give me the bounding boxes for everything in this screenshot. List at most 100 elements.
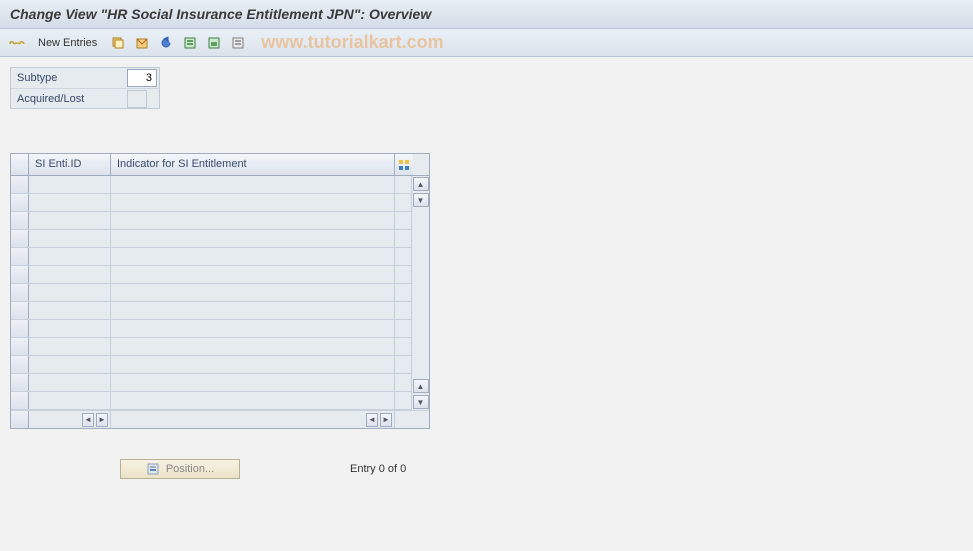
cell[interactable] [111, 356, 395, 373]
undo-icon[interactable] [157, 34, 175, 52]
hs-corner-left [11, 411, 29, 428]
cell[interactable] [111, 338, 395, 355]
table-body: ▲ ▼ ▲ ▼ [11, 176, 429, 410]
cell[interactable] [29, 230, 111, 247]
cell[interactable] [111, 320, 395, 337]
table-row [11, 302, 411, 320]
scroll-right-icon[interactable]: ► [380, 413, 392, 427]
row-selector[interactable] [11, 266, 29, 283]
select-block-icon[interactable] [205, 34, 223, 52]
scroll-left-icon[interactable]: ◄ [82, 413, 94, 427]
table-rows [11, 176, 411, 410]
scroll-up-step-icon[interactable]: ▲ [413, 379, 429, 393]
table-row [11, 194, 411, 212]
scroll-down-icon[interactable]: ▼ [413, 395, 429, 409]
acquired-lost-label: Acquired/Lost [11, 91, 127, 107]
scroll-right-step-icon[interactable]: ► [96, 413, 108, 427]
copy-icon[interactable] [109, 34, 127, 52]
table-row [11, 392, 411, 410]
table-row [11, 338, 411, 356]
field-row-acquired-lost: Acquired/Lost [11, 88, 159, 108]
table-header: SI Enti.ID Indicator for SI Entitlement [11, 154, 429, 176]
scroll-left-step-icon[interactable]: ◄ [366, 413, 378, 427]
row-selector[interactable] [11, 302, 29, 319]
hs-pad: ◄ ► [29, 411, 111, 428]
title-bar: Change View "HR Social Insurance Entitle… [0, 0, 973, 29]
table-row [11, 176, 411, 194]
table-row [11, 266, 411, 284]
table-config-icon[interactable] [395, 154, 413, 175]
row-selector[interactable] [11, 392, 29, 409]
row-selector[interactable] [11, 176, 29, 193]
position-icon [146, 462, 160, 476]
cell[interactable] [29, 392, 111, 409]
cell[interactable] [111, 212, 395, 229]
subtype-label: Subtype [11, 70, 127, 86]
column-header-si-enti-id[interactable]: SI Enti.ID [29, 154, 111, 175]
cell[interactable] [111, 176, 395, 193]
cell[interactable] [111, 374, 395, 391]
cell[interactable] [111, 248, 395, 265]
cell[interactable] [29, 374, 111, 391]
row-selector[interactable] [11, 374, 29, 391]
cell[interactable] [29, 212, 111, 229]
vertical-scrollbar: ▲ ▼ ▲ ▼ [411, 176, 429, 410]
data-table: SI Enti.ID Indicator for SI Entitlement [10, 153, 430, 429]
scroll-down-step-icon[interactable]: ▼ [413, 193, 429, 207]
select-all-icon[interactable] [181, 34, 199, 52]
row-selector[interactable] [11, 320, 29, 337]
hs-track[interactable]: ◄ ► [111, 411, 395, 428]
footer-row: Position... Entry 0 of 0 [10, 459, 963, 479]
cell[interactable] [29, 338, 111, 355]
cell[interactable] [29, 284, 111, 301]
hs-corner-right [395, 411, 413, 428]
acquired-lost-input[interactable] [127, 90, 147, 108]
row-selector[interactable] [11, 338, 29, 355]
entry-count-text: Entry 0 of 0 [350, 463, 406, 475]
toolbar: New Entries www.tutorialkart.com [0, 29, 973, 57]
select-all-rows[interactable] [11, 154, 29, 175]
row-selector[interactable] [11, 194, 29, 211]
cell[interactable] [111, 266, 395, 283]
table-row [11, 230, 411, 248]
position-button-label: Position... [166, 463, 214, 475]
cell[interactable] [29, 176, 111, 193]
table-row [11, 212, 411, 230]
table-row [11, 374, 411, 392]
deselect-all-icon[interactable] [229, 34, 247, 52]
row-selector[interactable] [11, 284, 29, 301]
horizontal-scrollbar: ◄ ► ◄ ► [11, 410, 429, 428]
table-row [11, 320, 411, 338]
scroll-up-icon[interactable]: ▲ [413, 177, 429, 191]
scroll-track[interactable] [412, 208, 429, 378]
table-row [11, 284, 411, 302]
cell[interactable] [29, 356, 111, 373]
row-selector[interactable] [11, 356, 29, 373]
page-title: Change View "HR Social Insurance Entitle… [10, 6, 431, 22]
cell[interactable] [29, 194, 111, 211]
field-group: Subtype Acquired/Lost [10, 67, 160, 109]
content-area: Subtype Acquired/Lost SI Enti.ID Indicat… [0, 57, 973, 489]
cell[interactable] [29, 248, 111, 265]
cell[interactable] [111, 194, 395, 211]
cell[interactable] [111, 284, 395, 301]
cell[interactable] [29, 302, 111, 319]
glasses-icon[interactable] [8, 34, 26, 52]
cell[interactable] [29, 320, 111, 337]
row-selector[interactable] [11, 248, 29, 265]
delete-icon[interactable] [133, 34, 151, 52]
watermark-text: www.tutorialkart.com [261, 32, 443, 53]
row-selector[interactable] [11, 230, 29, 247]
new-entries-button[interactable]: New Entries [32, 35, 103, 51]
table-row [11, 356, 411, 374]
field-row-subtype: Subtype [11, 68, 159, 88]
position-button[interactable]: Position... [120, 459, 240, 479]
cell[interactable] [29, 266, 111, 283]
table-row [11, 248, 411, 266]
column-header-indicator[interactable]: Indicator for SI Entitlement [111, 154, 395, 175]
cell[interactable] [111, 230, 395, 247]
row-selector[interactable] [11, 212, 29, 229]
subtype-input[interactable] [127, 69, 157, 87]
cell[interactable] [111, 392, 395, 409]
cell[interactable] [111, 302, 395, 319]
